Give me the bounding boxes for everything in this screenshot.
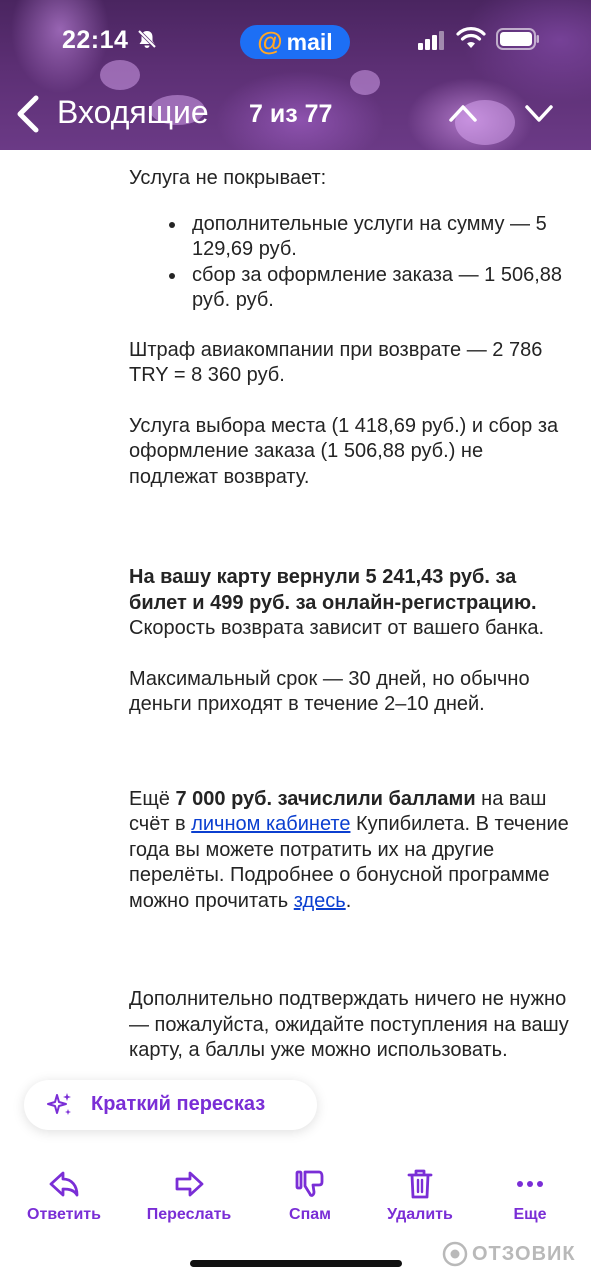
header: 22:14 @ mail Входящие 7 из 77 [0, 0, 591, 150]
bonus-points-paragraph: Ещё 7 000 руб. зачислили баллами на ваш … [129, 787, 574, 915]
personal-account-link[interactable]: личном кабинете [191, 813, 350, 835]
forward-label: Переслать [146, 1206, 232, 1223]
thumbs-down-icon [295, 1170, 324, 1197]
wifi-icon [456, 27, 486, 48]
sparkle-icon [47, 1093, 71, 1115]
reply-button[interactable]: Ответить [4, 1155, 124, 1235]
bell-slash-icon [137, 29, 157, 49]
not-covered-heading: Услуга не покрывает: [129, 167, 327, 189]
chevron-up-icon[interactable] [447, 100, 479, 126]
not-covered-list: дополнительные услуги на сумму — 5 129,6… [129, 212, 574, 314]
mail-at-icon: @ [257, 25, 283, 56]
points-prefix: Ещё [129, 787, 176, 810]
points-amount-text: 7 000 руб. зачислили баллами [175, 787, 476, 810]
chevron-left-icon[interactable] [14, 94, 42, 134]
reply-icon [49, 1171, 79, 1197]
home-indicator[interactable] [190, 1260, 402, 1267]
reply-label: Ответить [27, 1206, 101, 1223]
battery-icon [496, 28, 539, 50]
forward-button[interactable]: Переслать [129, 1155, 249, 1235]
status-bar: 22:14 @ mail [0, 0, 591, 80]
brief-summary-button[interactable]: Краткий пересказ [24, 1080, 317, 1130]
airline-penalty-text: Штраф авиакомпании при возврате — 2 786 … [129, 338, 543, 387]
message-body: Услуга не покрывает: дополнительные услу… [129, 166, 574, 1064]
chevron-down-icon[interactable] [523, 100, 555, 126]
watermark-text: ОТЗОВИК [472, 1242, 576, 1265]
navigation-bar: Входящие 7 из 77 [0, 88, 591, 140]
message-counter: 7 из 77 [249, 100, 333, 128]
list-item: дополнительные услуги на сумму — 5 129,6… [129, 212, 574, 263]
status-time: 22:14 [62, 26, 129, 54]
delete-button[interactable]: Удалить [360, 1155, 480, 1235]
trash-icon [407, 1169, 433, 1199]
spam-label: Спам [289, 1206, 331, 1223]
mail-app-badge[interactable]: @ mail [240, 25, 350, 59]
refund-paragraph: На вашу карту вернули 5 241,43 руб. за б… [129, 565, 574, 642]
watermark-logo-icon [442, 1241, 468, 1267]
refund-amount-text: На вашу карту вернули 5 241,43 руб. за б… [129, 566, 537, 614]
more-button[interactable]: Еще [470, 1155, 590, 1235]
brief-summary-label: Краткий пересказ [91, 1093, 266, 1115]
spam-button[interactable]: Спам [250, 1155, 370, 1235]
more-dots-icon [517, 1181, 543, 1187]
final-note-text: Дополнительно подтверждать ничего не нуж… [129, 988, 569, 1061]
bonus-program-link[interactable]: здесь [294, 890, 346, 912]
forward-icon [175, 1171, 204, 1197]
refund-speed-text: Скорость возврата зависит от вашего банк… [129, 617, 545, 639]
max-term-text: Максимальный срок — 30 дней, но обычно д… [129, 667, 530, 716]
watermark: ОТЗОВИК [442, 1238, 582, 1270]
more-label: Еще [513, 1206, 547, 1223]
mail-badge-label: mail [286, 28, 333, 55]
non-refundable-text: Услуга выбора места (1 418,69 руб.) и сб… [129, 414, 559, 488]
cellular-signal-icon [418, 31, 444, 50]
points-end-text: . [345, 889, 352, 912]
back-to-inbox-button[interactable]: Входящие [57, 94, 209, 131]
delete-label: Удалить [387, 1206, 453, 1223]
list-item: сбор за оформление заказа — 1 506,88 руб… [129, 263, 574, 314]
